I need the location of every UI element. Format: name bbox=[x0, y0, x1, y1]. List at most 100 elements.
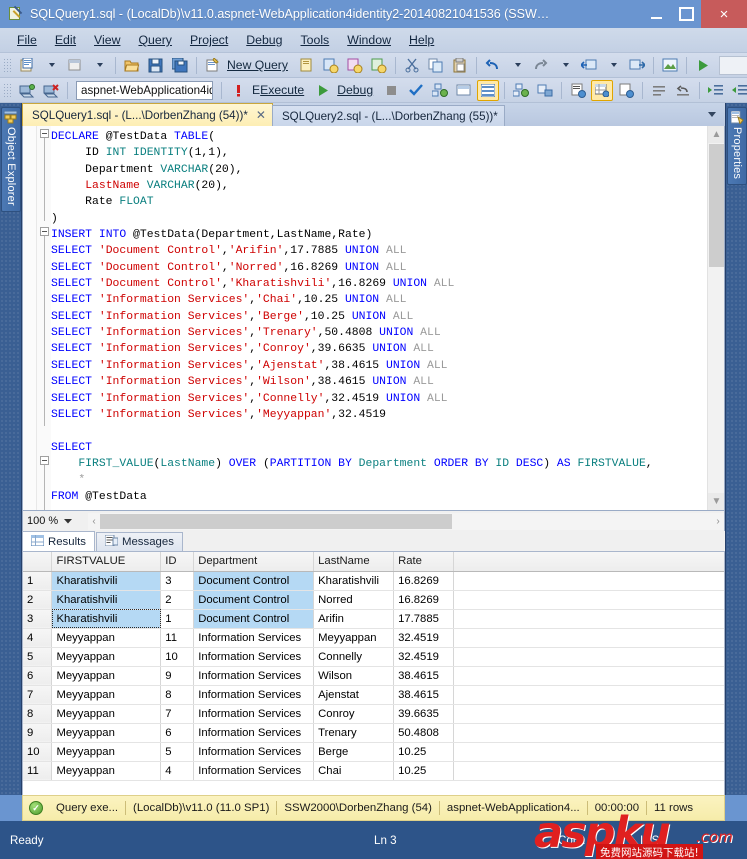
table-cell[interactable]: 10.25 bbox=[393, 761, 454, 781]
table-cell[interactable]: Information Services bbox=[193, 742, 315, 762]
table-cell[interactable]: Meyyappan bbox=[51, 666, 162, 686]
stop-icon[interactable] bbox=[381, 80, 403, 101]
table-cell[interactable]: Ajenstat bbox=[313, 685, 395, 705]
new-analysis-mdx-query-icon[interactable] bbox=[320, 55, 342, 76]
column-header[interactable]: FIRSTVALUE bbox=[51, 552, 162, 572]
parse-check-icon[interactable] bbox=[405, 80, 427, 101]
column-header[interactable]: LastName bbox=[313, 552, 395, 572]
sql-code-editor[interactable]: DECLARE @TestData TABLE( ID INT IDENTITY… bbox=[22, 126, 725, 511]
results-to-text-icon[interactable] bbox=[567, 80, 589, 101]
new-item-icon[interactable] bbox=[64, 55, 86, 76]
table-cell[interactable]: Meyyappan bbox=[51, 628, 162, 648]
open-file-icon[interactable] bbox=[121, 55, 143, 76]
include-client-statistics-icon[interactable] bbox=[534, 80, 556, 101]
sql-code-text[interactable]: DECLARE @TestData TABLE( ID INT IDENTITY… bbox=[51, 129, 706, 510]
document-tab-sqlquery2[interactable]: SQLQuery2.sql - (L...\DorbenZhang (55))* bbox=[271, 105, 505, 126]
row-header-cell[interactable]: 9 bbox=[23, 723, 53, 743]
table-cell[interactable]: Document Control bbox=[193, 609, 315, 629]
table-cell[interactable]: 32.4519 bbox=[393, 647, 454, 667]
close-button[interactable]: × bbox=[701, 0, 747, 28]
column-header[interactable]: ID bbox=[160, 552, 195, 572]
fold-toggle-select[interactable] bbox=[40, 456, 49, 465]
table-cell[interactable]: Kharatishvili bbox=[313, 571, 395, 591]
table-cell[interactable]: Meyyappan bbox=[51, 723, 162, 743]
scroll-right-button[interactable]: › bbox=[712, 513, 724, 530]
table-cell[interactable]: Berge bbox=[313, 742, 395, 762]
menu-item-tools[interactable]: Tools bbox=[292, 30, 339, 50]
table-cell[interactable]: Connelly bbox=[313, 647, 395, 667]
minimize-button[interactable] bbox=[641, 0, 671, 28]
navigate-backward-dropdown-icon[interactable] bbox=[602, 55, 624, 76]
results-to-file-icon[interactable] bbox=[615, 80, 637, 101]
new-analysis-xmla-query-icon[interactable] bbox=[368, 55, 390, 76]
grid-corner-cell[interactable] bbox=[23, 552, 53, 572]
column-header[interactable]: Rate bbox=[393, 552, 454, 572]
new-query-icon[interactable] bbox=[202, 55, 224, 76]
row-header-cell[interactable]: 3 bbox=[23, 609, 53, 629]
editor-fold-margin[interactable] bbox=[37, 126, 51, 510]
results-to-grid-toggle[interactable] bbox=[477, 79, 500, 101]
row-header-cell[interactable]: 8 bbox=[23, 704, 53, 724]
table-row[interactable]: 4 Meyyappan 11 Information Services Meyyappa… bbox=[23, 628, 724, 648]
table-cell[interactable]: Wilson bbox=[313, 666, 395, 686]
new-analysis-dmx-query-icon[interactable] bbox=[344, 55, 366, 76]
table-row[interactable]: 7 Meyyappan 8 Information Services Ajenstat 3… bbox=[23, 685, 724, 705]
debug-play-icon[interactable] bbox=[312, 80, 334, 101]
table-cell[interactable]: 6 bbox=[160, 723, 195, 743]
table-row[interactable]: 1 Kharatishvili 3 Document Control Kharatish… bbox=[23, 571, 724, 591]
table-cell[interactable]: Kharatishvili bbox=[51, 609, 162, 629]
menu-item-help[interactable]: Help bbox=[400, 30, 443, 50]
table-cell[interactable]: Meyyappan bbox=[51, 647, 162, 667]
table-cell[interactable]: Conroy bbox=[313, 704, 395, 724]
toolbar-grip[interactable] bbox=[4, 81, 12, 99]
table-cell[interactable]: 16.8269 bbox=[393, 590, 454, 610]
table-cell[interactable]: Information Services bbox=[193, 685, 315, 705]
table-cell[interactable]: Meyyappan bbox=[51, 704, 162, 724]
query-options-icon[interactable] bbox=[453, 80, 475, 101]
start-debug-icon[interactable] bbox=[692, 55, 714, 76]
row-header-cell[interactable]: 5 bbox=[23, 647, 53, 667]
table-row[interactable]: 3 Kharatishvili 1 Document Control Arifin 17.… bbox=[23, 609, 724, 629]
debug-button[interactable]: Debug bbox=[335, 83, 380, 97]
paste-icon[interactable] bbox=[449, 55, 471, 76]
zoom-combo[interactable]: 100 % bbox=[23, 512, 86, 530]
results-to-grid-icon[interactable] bbox=[591, 79, 614, 101]
table-cell[interactable]: Norred bbox=[313, 590, 395, 610]
table-cell[interactable]: 2 bbox=[160, 590, 195, 610]
row-header-cell[interactable]: 1 bbox=[23, 571, 53, 591]
table-row[interactable]: 11 Meyyappan 4 Information Services Chai 10.2… bbox=[23, 761, 724, 781]
disconnect-icon[interactable] bbox=[40, 80, 62, 101]
cut-icon[interactable] bbox=[401, 55, 423, 76]
fold-toggle-declare[interactable] bbox=[40, 129, 49, 138]
table-cell[interactable]: 9 bbox=[160, 666, 195, 686]
scroll-thumb[interactable] bbox=[709, 144, 724, 267]
undo-icon[interactable] bbox=[482, 55, 504, 76]
table-cell[interactable]: Trenary bbox=[313, 723, 395, 743]
new-project-dropdown-icon[interactable] bbox=[40, 55, 62, 76]
table-cell[interactable]: 11 bbox=[160, 628, 195, 648]
table-cell[interactable]: 5 bbox=[160, 742, 195, 762]
table-cell[interactable]: Information Services bbox=[193, 666, 315, 686]
table-row[interactable]: 5 Meyyappan 10 Information Services Connelly… bbox=[23, 647, 724, 667]
table-row[interactable]: 2 Kharatishvili 2 Document Control Norred 16.… bbox=[23, 590, 724, 610]
scroll-thumb[interactable] bbox=[100, 513, 452, 529]
table-cell[interactable]: Meyyappan bbox=[51, 685, 162, 705]
table-cell[interactable]: 38.4615 bbox=[393, 666, 454, 686]
table-cell[interactable]: 38.4615 bbox=[393, 685, 454, 705]
redo-dropdown-icon[interactable] bbox=[554, 55, 576, 76]
save-icon[interactable] bbox=[145, 55, 167, 76]
copy-icon[interactable] bbox=[425, 55, 447, 76]
document-tab-sqlquery1[interactable]: SQLQuery1.sql - (L...\DorbenZhang (54))*… bbox=[22, 103, 273, 126]
execute-button[interactable]: EExecute bbox=[250, 83, 311, 97]
execute-warning-icon[interactable] bbox=[227, 80, 249, 101]
save-all-icon[interactable] bbox=[169, 55, 191, 76]
row-header-cell[interactable]: 4 bbox=[23, 628, 53, 648]
table-cell[interactable]: Meyyappan bbox=[51, 761, 162, 781]
row-header-cell[interactable]: 11 bbox=[23, 761, 53, 781]
table-cell[interactable]: Kharatishvili bbox=[51, 590, 162, 610]
menu-item-window[interactable]: Window bbox=[338, 30, 400, 50]
table-cell[interactable]: 4 bbox=[160, 761, 195, 781]
toolbar-grip[interactable] bbox=[4, 56, 12, 74]
table-row[interactable]: 8 Meyyappan 7 Information Services Conroy 39.… bbox=[23, 704, 724, 724]
scroll-up-button[interactable]: ▲ bbox=[708, 126, 724, 143]
